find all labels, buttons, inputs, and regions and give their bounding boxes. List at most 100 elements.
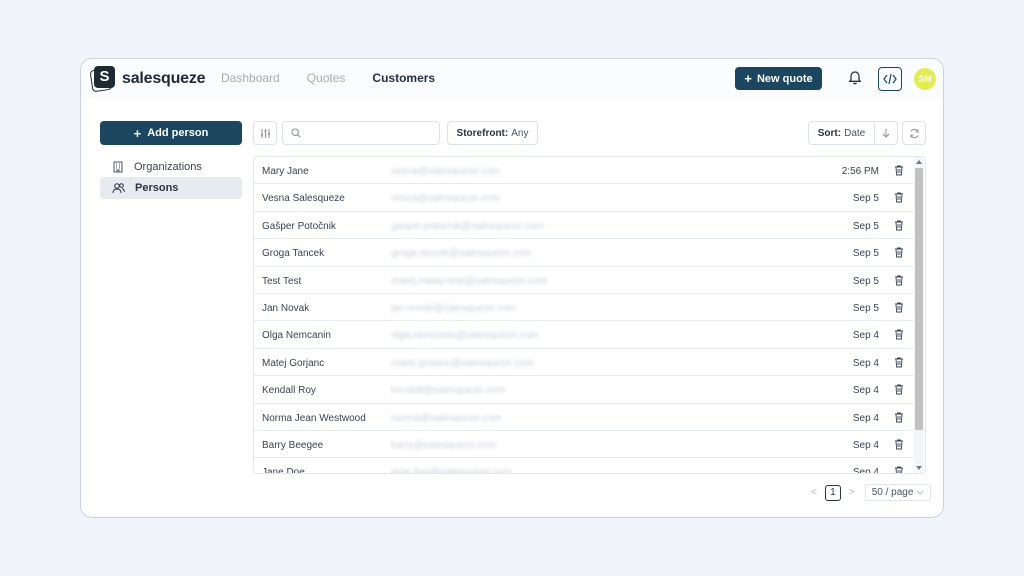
person-email: groga.tancek@salesqueze.com bbox=[391, 248, 532, 260]
person-email: gasper.potocnik@salesqueze.com bbox=[391, 220, 544, 232]
nav-quotes[interactable]: Quotes bbox=[307, 71, 346, 85]
chevron-down-icon bbox=[916, 490, 924, 495]
trash-icon[interactable] bbox=[893, 411, 905, 423]
page-1-button[interactable]: 1 bbox=[824, 484, 841, 501]
table-body: Mary Jane vesna@salesqueze.com 2:56 PM Vesn… bbox=[254, 157, 915, 474]
new-quote-button[interactable]: + New quote bbox=[735, 67, 822, 90]
person-email: jan.novak@salesqueze.com bbox=[391, 302, 517, 314]
person-date: Sep 4 bbox=[852, 330, 879, 342]
table-row[interactable]: Vesna Salesqueze vesna@salesqueze.com Sep … bbox=[254, 184, 915, 212]
person-date: Sep 5 bbox=[852, 193, 879, 205]
person-email: kendall@salesqueze.com bbox=[391, 385, 506, 397]
person-name: Groga Tancek bbox=[262, 248, 325, 260]
main-nav: Dashboard Quotes Customers bbox=[221, 71, 435, 85]
bell-icon[interactable] bbox=[847, 70, 863, 86]
person-email: olga.nemcanin@salesqueze.com bbox=[391, 330, 539, 342]
person-date: Sep 5 bbox=[852, 275, 879, 287]
filter-settings-button[interactable] bbox=[253, 121, 277, 145]
person-date: Sep 5 bbox=[852, 220, 879, 232]
sort-control: Sort: Date bbox=[808, 121, 898, 145]
table-row[interactable]: Kendall Roy kendall@salesqueze.com Sep 4 bbox=[254, 376, 915, 404]
trash-icon[interactable] bbox=[893, 465, 905, 474]
sidebar-item-organizations[interactable]: Organizations bbox=[100, 156, 242, 178]
person-name: Vesna Salesqueze bbox=[262, 193, 345, 205]
add-person-button[interactable]: + Add person bbox=[100, 121, 242, 145]
person-name: Matej Gorjanc bbox=[262, 357, 325, 369]
person-name: Jan Novak bbox=[262, 302, 310, 314]
scroll-up-arrow[interactable] bbox=[916, 160, 922, 164]
table-row[interactable]: Test Test matej.matej+test@salesqueze.com… bbox=[254, 267, 915, 294]
scroll-down-arrow[interactable] bbox=[916, 466, 922, 470]
search-box[interactable] bbox=[282, 121, 440, 145]
plus-icon: + bbox=[744, 71, 752, 86]
trash-icon[interactable] bbox=[893, 219, 905, 231]
trash-icon[interactable] bbox=[893, 274, 905, 286]
brand-name: salesqueze bbox=[122, 69, 206, 87]
nav-dashboard[interactable]: Dashboard bbox=[221, 71, 280, 85]
scrollbar[interactable] bbox=[914, 157, 924, 473]
trash-icon[interactable] bbox=[893, 438, 905, 450]
sliders-icon bbox=[260, 128, 270, 138]
trash-icon[interactable] bbox=[893, 356, 905, 368]
nav-customers[interactable]: Customers bbox=[372, 71, 435, 85]
person-name: Jane Doe bbox=[262, 467, 305, 474]
person-name: Gašper Potočnik bbox=[262, 220, 336, 232]
table-row[interactable]: Gašper Potočnik gasper.potocnik@salesquez… bbox=[254, 212, 915, 240]
person-email: jane.doe@salesqueze.com bbox=[391, 467, 512, 474]
sidebar-item-persons[interactable]: Persons bbox=[100, 177, 242, 199]
user-avatar[interactable]: SM bbox=[914, 68, 936, 90]
building-icon bbox=[113, 161, 123, 173]
search-icon bbox=[291, 128, 301, 138]
person-email: norma@salesqueze.com bbox=[391, 412, 502, 424]
code-embed-button[interactable] bbox=[878, 67, 902, 91]
brand-logo[interactable]: S salesqueze bbox=[89, 66, 206, 93]
person-email: matej.matej+test@salesqueze.com bbox=[391, 275, 548, 287]
sort-direction-button[interactable] bbox=[875, 128, 897, 138]
storefront-filter[interactable]: Storefront: Any bbox=[447, 121, 538, 145]
trash-icon[interactable] bbox=[893, 383, 905, 395]
page-size-select[interactable]: 50 / page bbox=[864, 484, 931, 501]
plus-icon: + bbox=[133, 125, 142, 141]
table-row[interactable]: Matej Gorjanc matej.gorjanc@salesqueze.co… bbox=[254, 349, 915, 377]
next-page-button[interactable]: > bbox=[849, 487, 855, 498]
table-row[interactable]: Norma Jean Westwood norma@salesqueze.com S… bbox=[254, 404, 915, 431]
person-name: Test Test bbox=[262, 275, 302, 287]
person-date: Sep 4 bbox=[852, 439, 879, 451]
trash-icon[interactable] bbox=[893, 328, 905, 340]
person-date: Sep 5 bbox=[852, 248, 879, 260]
refresh-button[interactable] bbox=[902, 121, 926, 145]
person-date: Sep 5 bbox=[852, 302, 879, 314]
person-date: Sep 4 bbox=[852, 385, 879, 397]
trash-icon[interactable] bbox=[893, 164, 905, 176]
app-window: S salesqueze Dashboard Quotes Customers … bbox=[80, 58, 944, 518]
pagination: < 1 > 50 / page bbox=[811, 484, 931, 501]
person-email: vesna@salesqueze.com bbox=[391, 166, 501, 177]
refresh-icon bbox=[910, 128, 918, 138]
person-date: Sep 4 bbox=[852, 357, 879, 369]
person-email: matej.gorjanc@salesqueze.com bbox=[391, 357, 534, 369]
users-icon bbox=[112, 183, 125, 194]
table-row[interactable]: Jane Doe jane.doe@salesqueze.com Sep 4 bbox=[254, 458, 915, 474]
person-date: 2:56 PM bbox=[841, 166, 879, 177]
person-name: Mary Jane bbox=[262, 166, 309, 177]
prev-page-button[interactable]: < bbox=[811, 487, 817, 498]
table-row[interactable]: Olga Nemcanin olga.nemcanin@salesqueze.co… bbox=[254, 321, 915, 349]
persons-table: Mary Jane vesna@salesqueze.com 2:56 PM Vesn… bbox=[253, 156, 926, 474]
trash-icon[interactable] bbox=[893, 246, 905, 258]
person-email: barry@salesqueze.com bbox=[391, 439, 497, 451]
trash-icon[interactable] bbox=[893, 301, 905, 313]
person-name: Barry Beegee bbox=[262, 439, 324, 451]
table-row[interactable]: Jan Novak jan.novak@salesqueze.com Sep 5 bbox=[254, 294, 915, 322]
search-input[interactable] bbox=[307, 127, 427, 139]
person-name: Olga Nemcanin bbox=[262, 330, 331, 342]
table-row[interactable]: Mary Jane vesna@salesqueze.com 2:56 PM bbox=[254, 157, 915, 185]
logo-icon: S bbox=[89, 66, 116, 93]
person-email: vesna@salesqueze.com bbox=[391, 193, 501, 205]
person-name: Kendall Roy bbox=[262, 385, 316, 397]
table-row[interactable]: Groga Tancek groga.tancek@salesqueze.com S… bbox=[254, 239, 915, 267]
arrow-down-icon bbox=[882, 129, 890, 138]
table-row[interactable]: Barry Beegee barry@salesqueze.com Sep 4 bbox=[254, 431, 915, 459]
scrollbar-thumb[interactable] bbox=[915, 168, 923, 430]
trash-icon[interactable] bbox=[893, 191, 905, 203]
sort-field-select[interactable]: Sort: Date bbox=[809, 122, 875, 144]
